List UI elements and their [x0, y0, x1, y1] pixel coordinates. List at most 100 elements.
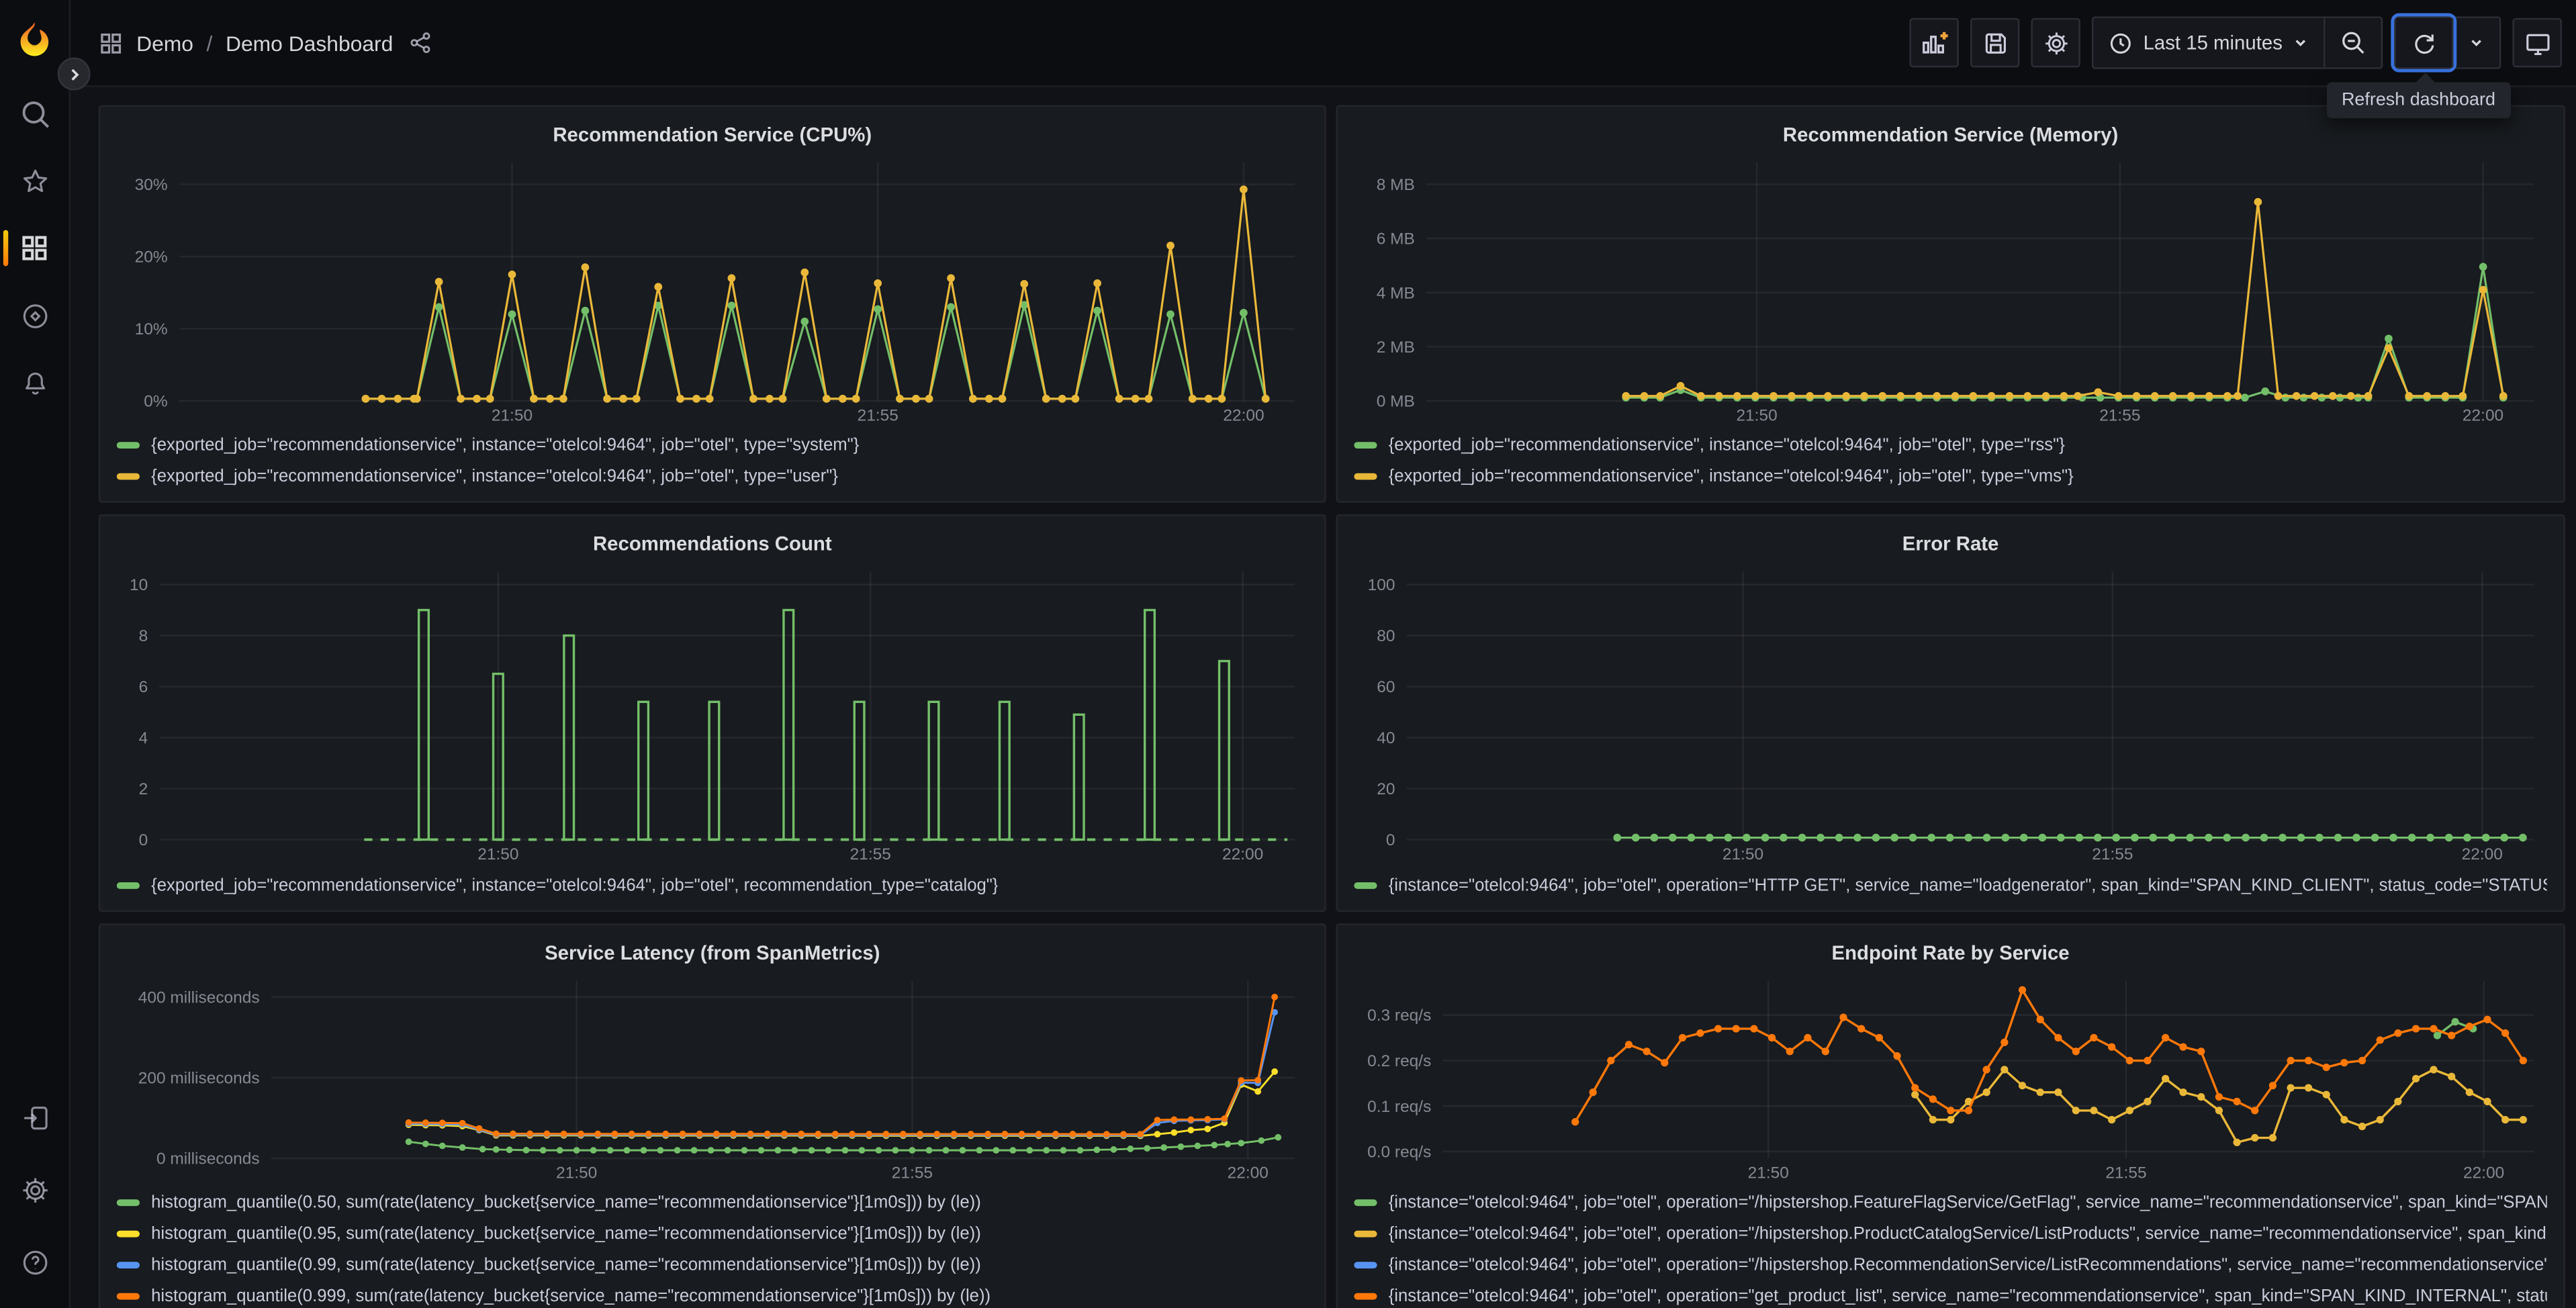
svg-text:10%: 10%	[135, 320, 168, 338]
time-range-picker[interactable]: Last 15 minutes	[2094, 18, 2324, 67]
legend-label[interactable]: {exported_job="recommendationservice", i…	[151, 436, 859, 455]
legend-label[interactable]: {exported_job="recommendationservice", i…	[1389, 436, 2065, 455]
star-icon	[22, 169, 47, 191]
svg-text:22:00: 22:00	[1228, 1163, 1269, 1181]
refresh-dashboard-button[interactable]	[2391, 13, 2457, 73]
svg-text:0 MB: 0 MB	[1377, 392, 1415, 410]
search-icon	[21, 100, 48, 128]
legend-label[interactable]: {instance="otelcol:9464", job="otel", op…	[1389, 1287, 2547, 1306]
sidebar-bottom-items	[0, 1099, 69, 1280]
legend-label[interactable]: {exported_job="recommendationservice", i…	[151, 467, 838, 486]
zoom-out-button[interactable]	[2326, 18, 2381, 67]
legend-swatch	[116, 1199, 140, 1207]
svg-text:22:00: 22:00	[1222, 845, 1263, 863]
panel-title[interactable]: Error Rate	[1354, 526, 2547, 561]
legend-label[interactable]: {exported_job="recommendationservice", i…	[1389, 467, 2074, 486]
sign-in-icon	[23, 1105, 47, 1129]
panel-title[interactable]: Recommendation Service (Memory)	[1354, 117, 2547, 152]
legend-label[interactable]: histogram_quantile(0.95, sum(rate(latenc…	[151, 1224, 981, 1244]
sidebar-item-starred[interactable]	[0, 162, 69, 199]
clock-icon	[2111, 32, 2131, 53]
svg-text:21:55: 21:55	[2105, 1163, 2146, 1181]
grafana-logo[interactable]	[15, 19, 54, 59]
legend-item: {instance="otelcol:9464", job="otel", op…	[1354, 1281, 2547, 1308]
legend-label[interactable]: histogram_quantile(0.99, sum(rate(latenc…	[151, 1256, 981, 1275]
legend-item: {exported_job="recommendationservice", i…	[116, 870, 1308, 900]
dashboard-grid-icon[interactable]	[99, 30, 124, 55]
legend-label[interactable]: histogram_quantile(0.50, sum(rate(latenc…	[151, 1193, 981, 1213]
sidebar-item-search[interactable]	[0, 95, 69, 132]
svg-text:400 milliseconds: 400 milliseconds	[138, 988, 260, 1006]
legend-label[interactable]: {instance="otelcol:9464", job="otel", op…	[1389, 1256, 2547, 1275]
cpu-chart[interactable]: 21:50 21:55 22:00 0% 10% 20% 30%	[117, 152, 1308, 427]
legend-item: {instance="otelcol:9464", job="otel", op…	[1354, 1187, 2547, 1218]
svg-text:4 MB: 4 MB	[1377, 283, 1415, 301]
legend-item: histogram_quantile(0.50, sum(rate(latenc…	[116, 1187, 1308, 1218]
legend-label[interactable]: {instance="otelcol:9464", job="otel", op…	[1389, 1193, 2547, 1213]
memory-chart[interactable]: 21:50 21:55 22:00 0 MB 2 MB 4 MB 6 MB 8 MB	[1354, 152, 2547, 427]
svg-text:21:50: 21:50	[477, 845, 518, 863]
sidebar-item-alerting[interactable]	[0, 365, 69, 401]
chevron-right-icon	[71, 68, 79, 80]
svg-text:21:50: 21:50	[1748, 1163, 1789, 1181]
refresh-icon	[2415, 34, 2434, 54]
breadcrumb-page[interactable]: Demo Dashboard	[226, 30, 393, 55]
legend-label[interactable]: {instance="otelcol:9464", job="otel", op…	[1389, 1224, 2547, 1244]
svg-text:80: 80	[1377, 627, 1395, 645]
svg-text:20: 20	[1377, 780, 1395, 798]
panel-recommendation-memory: Recommendation Service (Memory) 21:50 21:…	[1336, 105, 2565, 503]
panel-title[interactable]: Recommendation Service (CPU%)	[117, 117, 1308, 152]
panel-service-latency: Service Latency (from SpanMetrics) 21:50…	[98, 923, 1326, 1308]
add-panel-button[interactable]	[1910, 17, 1960, 68]
legend-label[interactable]: {instance="otelcol:9464", job="otel", op…	[1389, 875, 2547, 894]
legend-swatch	[116, 1262, 140, 1269]
legend-swatch	[116, 882, 140, 889]
legend-swatch	[116, 442, 140, 449]
svg-text:0%: 0%	[144, 392, 167, 410]
latency-chart[interactable]: 21:50 21:55 22:00 0 milliseconds 200 millise…	[117, 970, 1308, 1184]
monitor-icon	[2526, 33, 2549, 54]
sidebar-item-help[interactable]	[0, 1244, 69, 1280]
svg-text:21:55: 21:55	[858, 406, 899, 424]
legend-swatch	[116, 1230, 140, 1237]
share-icon[interactable]	[410, 31, 432, 54]
sidebar-item-explore[interactable]	[0, 297, 69, 334]
error-rate-chart[interactable]: 21:50 21:55 22:00 0 20 40 60 80 100	[1354, 561, 2547, 866]
dashboard-settings-button[interactable]	[2031, 17, 2081, 68]
legend: {instance="otelcol:9464", job="otel", op…	[1354, 1187, 2547, 1308]
legend-label[interactable]: histogram_quantile(0.999, sum(rate(laten…	[151, 1287, 991, 1306]
legend: {instance="otelcol:9464", job="otel", op…	[1354, 870, 2547, 900]
svg-text:10: 10	[130, 576, 148, 594]
svg-text:21:55: 21:55	[2099, 406, 2140, 424]
svg-text:2 MB: 2 MB	[1377, 338, 1415, 356]
dashboard-canvas: Recommendation Service (CPU%) 21:50 21:55…	[68, 85, 2576, 1308]
legend-label[interactable]: {exported_job="recommendationservice", i…	[151, 875, 998, 894]
svg-text:22:00: 22:00	[1223, 406, 1264, 424]
panel-title[interactable]: Endpoint Rate by Service	[1354, 935, 2547, 970]
sidebar-item-configuration[interactable]	[0, 1172, 69, 1208]
refresh-interval-button[interactable]	[2453, 18, 2499, 67]
grafana-app: Demo / Demo Dashboard Last 15 minutes Re…	[0, 0, 2576, 1308]
legend-item: {exported_job="recommendationservice", i…	[116, 461, 1308, 492]
kiosk-mode-button[interactable]	[2512, 17, 2562, 68]
sidebar-item-dashboards[interactable]	[0, 230, 69, 267]
endpoint-rate-chart[interactable]: 21:50 21:55 22:00 0.0 req/s 0.1 req/s 0.2 req…	[1354, 970, 2547, 1184]
count-chart[interactable]: 21:50 21:55 22:00 0 2 4 6 8 10	[117, 561, 1308, 866]
save-dashboard-button[interactable]	[1970, 17, 2021, 68]
breadcrumb-section[interactable]: Demo	[136, 30, 193, 55]
legend-item: {exported_job="recommendationservice", i…	[1354, 430, 2547, 461]
legend: {exported_job="recommendationservice", i…	[116, 870, 1308, 900]
sidebar-item-sign-in[interactable]	[0, 1099, 69, 1135]
legend: {exported_job="recommendationservice", i…	[1354, 430, 2547, 491]
svg-text:22:00: 22:00	[2462, 845, 2503, 863]
legend-swatch	[116, 1293, 140, 1300]
sidebar-expand-button[interactable]	[57, 57, 91, 91]
chevron-down-icon	[2295, 40, 2306, 46]
panel-title[interactable]: Service Latency (from SpanMetrics)	[117, 935, 1308, 970]
panel-title[interactable]: Recommendations Count	[117, 526, 1308, 561]
legend-swatch	[1354, 1230, 1377, 1237]
legend-swatch	[116, 473, 140, 480]
panel-endpoint-rate: Endpoint Rate by Service 21:50 21:55 22:00…	[1336, 923, 2565, 1308]
legend-swatch	[1354, 1293, 1377, 1300]
panel-recommendation-cpu: Recommendation Service (CPU%) 21:50 21:55…	[98, 105, 1326, 503]
